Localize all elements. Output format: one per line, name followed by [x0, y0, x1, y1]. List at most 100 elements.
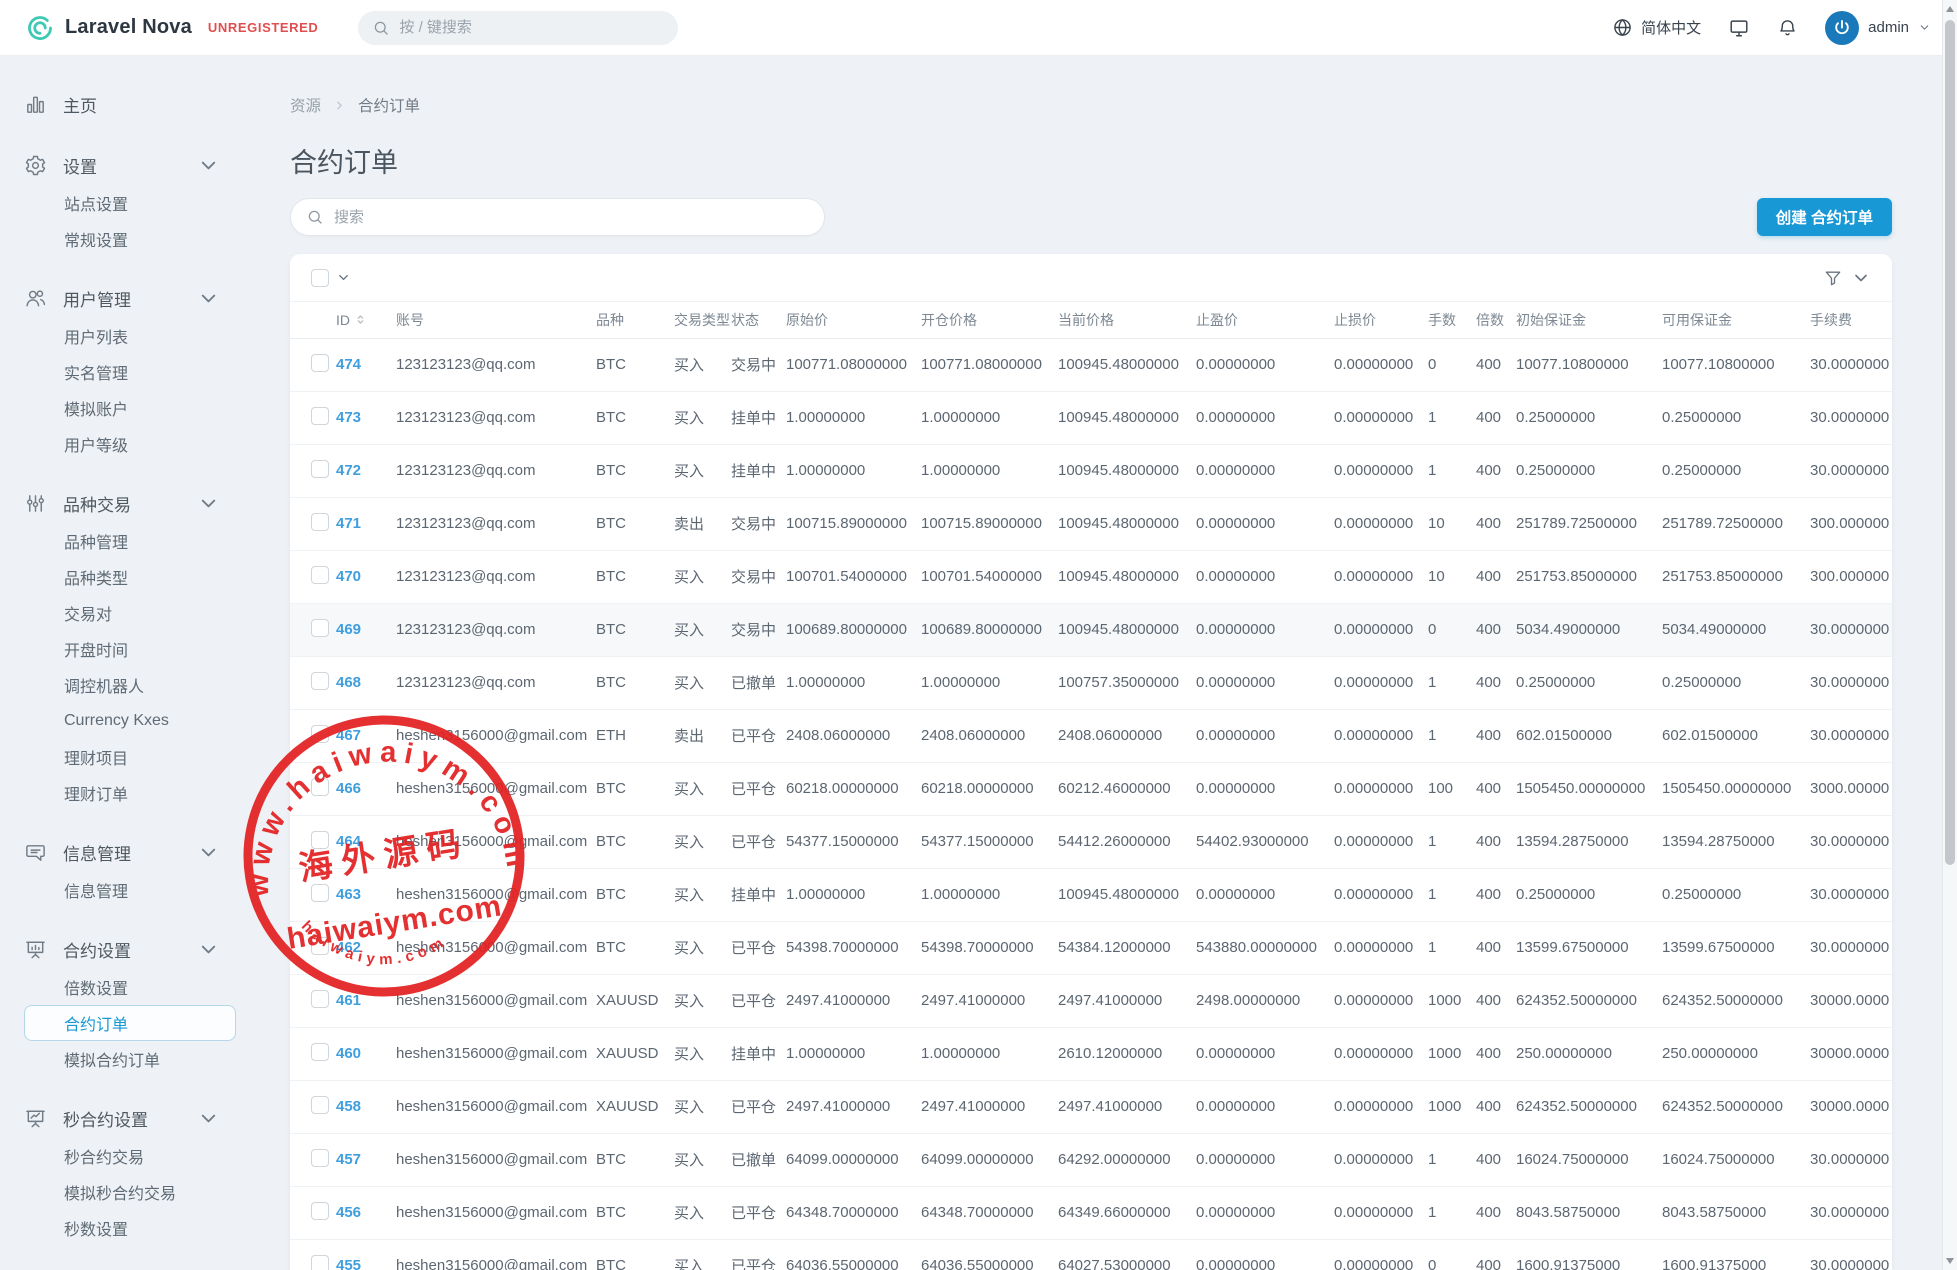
- sidebar-item-4[interactable]: 信息管理: [24, 832, 250, 872]
- language-switcher[interactable]: 简体中文: [1612, 17, 1701, 38]
- brand-name[interactable]: Laravel Nova: [65, 16, 192, 39]
- sidebar-subitem[interactable]: 调控机器人: [24, 667, 236, 703]
- table-cell: BTC: [596, 921, 674, 974]
- row-checkbox[interactable]: [311, 619, 329, 637]
- sidebar-subitem[interactable]: Currency Kxes: [24, 703, 236, 739]
- row-checkbox[interactable]: [311, 1149, 329, 1167]
- order-id-link[interactable]: 464: [336, 833, 361, 850]
- sidebar-item-0[interactable]: 主页: [24, 84, 250, 124]
- sidebar-subitem[interactable]: 模拟账户: [24, 390, 236, 426]
- sidebar-subitem[interactable]: 开盘时间: [24, 631, 236, 667]
- resource-search[interactable]: [290, 198, 825, 236]
- row-checkbox[interactable]: [311, 354, 329, 372]
- avatar: [1825, 11, 1859, 45]
- row-checkbox[interactable]: [311, 407, 329, 425]
- sidebar-item-2[interactable]: 用户管理: [24, 278, 250, 318]
- order-id-link[interactable]: 457: [336, 1151, 361, 1168]
- table-cell: BTC: [596, 497, 674, 550]
- order-id-link[interactable]: 474: [336, 356, 361, 373]
- order-id-link[interactable]: 469: [336, 621, 361, 638]
- sidebar-item-5[interactable]: 合约设置: [24, 929, 250, 969]
- order-id-link[interactable]: 461: [336, 992, 361, 1009]
- column-header: ID: [336, 302, 396, 338]
- row-checkbox[interactable]: [311, 831, 329, 849]
- table-cell: 30.0000000: [1810, 444, 1892, 497]
- chevron-down-icon: [197, 154, 220, 177]
- row-checkbox[interactable]: [311, 1096, 329, 1114]
- order-id-link[interactable]: 458: [336, 1098, 361, 1115]
- sidebar-subitem[interactable]: 合约订单: [24, 1005, 236, 1041]
- select-all-chevron-icon[interactable]: [336, 270, 351, 285]
- create-order-button[interactable]: 创建 合约订单: [1757, 198, 1892, 236]
- theme-monitor-icon[interactable]: [1728, 17, 1750, 39]
- sidebar-subitem[interactable]: 倍数设置: [24, 969, 236, 1005]
- sidebar-subitem[interactable]: 常规设置: [24, 221, 236, 257]
- order-id-link[interactable]: 468: [336, 674, 361, 691]
- sidebar-subitem[interactable]: 秒数设置: [24, 1210, 236, 1246]
- sidebar-subitem[interactable]: 秒合约交易: [24, 1138, 236, 1174]
- table-cell: 1.00000000: [921, 444, 1058, 497]
- chevron-down-icon: [197, 938, 220, 961]
- sort-icon[interactable]: [354, 313, 367, 326]
- order-id-link[interactable]: 455: [336, 1257, 361, 1270]
- order-id-link[interactable]: 466: [336, 780, 361, 797]
- breadcrumb-resources[interactable]: 资源: [290, 94, 321, 116]
- row-checkbox[interactable]: [311, 725, 329, 743]
- filter-funnel-icon[interactable]: [1823, 268, 1843, 288]
- filter-chevron-icon[interactable]: [1851, 268, 1871, 288]
- order-id-link[interactable]: 472: [336, 462, 361, 479]
- top-navbar: Laravel Nova UNREGISTERED 简体中文 admin: [0, 0, 1957, 56]
- table-cell: 0.00000000: [1196, 1186, 1334, 1239]
- column-header: 状态: [731, 302, 786, 338]
- global-search[interactable]: [358, 11, 678, 45]
- sidebar-subitem[interactable]: 品种类型: [24, 559, 236, 595]
- row-checkbox[interactable]: [311, 937, 329, 955]
- row-checkbox[interactable]: [311, 1043, 329, 1061]
- order-id-link[interactable]: 460: [336, 1045, 361, 1062]
- sidebar-subitem[interactable]: 用户列表: [24, 318, 236, 354]
- row-checkbox[interactable]: [311, 778, 329, 796]
- order-id-link[interactable]: 462: [336, 939, 361, 956]
- order-id-link[interactable]: 473: [336, 409, 361, 426]
- row-checkbox[interactable]: [311, 884, 329, 902]
- notifications-bell-icon[interactable]: [1777, 17, 1798, 38]
- row-checkbox[interactable]: [311, 1255, 329, 1270]
- sidebar-subitem[interactable]: 交易对: [24, 595, 236, 631]
- scrollbar-down-arrow[interactable]: [1946, 1258, 1954, 1264]
- sidebar-subitem[interactable]: 理财订单: [24, 775, 236, 811]
- order-id-link[interactable]: 470: [336, 568, 361, 585]
- sidebar-item-1[interactable]: 设置: [24, 145, 250, 185]
- user-menu[interactable]: admin: [1825, 11, 1931, 45]
- table-cell: 2408.06000000: [1058, 709, 1196, 762]
- sidebar-subitem[interactable]: 品种管理: [24, 523, 236, 559]
- table-cell: 30000.0000: [1810, 1080, 1892, 1133]
- sidebar-item-3[interactable]: 品种交易: [24, 483, 250, 523]
- sidebar-subitem[interactable]: 用户等级: [24, 426, 236, 462]
- select-all-checkbox[interactable]: [311, 269, 329, 287]
- row-checkbox[interactable]: [311, 513, 329, 531]
- row-checkbox[interactable]: [311, 672, 329, 690]
- row-checkbox[interactable]: [311, 990, 329, 1008]
- sidebar-item-6[interactable]: 秒合约设置: [24, 1098, 250, 1138]
- page-scrollbar[interactable]: [1942, 0, 1957, 1270]
- order-id-link[interactable]: 471: [336, 515, 361, 532]
- scrollbar-up-arrow[interactable]: [1946, 6, 1954, 12]
- sidebar-subitem[interactable]: 模拟秒合约交易: [24, 1174, 236, 1210]
- global-search-input[interactable]: [399, 19, 664, 36]
- order-id-link[interactable]: 456: [336, 1204, 361, 1221]
- table-cell: 买入: [674, 444, 731, 497]
- sidebar-subitem[interactable]: 站点设置: [24, 185, 236, 221]
- resource-search-input[interactable]: [334, 209, 809, 226]
- row-checkbox[interactable]: [311, 1202, 329, 1220]
- table-cell: 买入: [674, 1027, 731, 1080]
- row-checkbox[interactable]: [311, 460, 329, 478]
- sidebar-subitem[interactable]: 信息管理: [24, 872, 236, 908]
- sidebar-subitem[interactable]: 理财项目: [24, 739, 236, 775]
- sidebar-subitem[interactable]: 模拟合约订单: [24, 1041, 236, 1077]
- scrollbar-thumb[interactable]: [1945, 20, 1955, 865]
- sidebar-subitem[interactable]: 实名管理: [24, 354, 236, 390]
- row-checkbox[interactable]: [311, 566, 329, 584]
- order-id-link[interactable]: 463: [336, 886, 361, 903]
- table-cell: 0.00000000: [1334, 656, 1428, 709]
- order-id-link[interactable]: 467: [336, 727, 361, 744]
